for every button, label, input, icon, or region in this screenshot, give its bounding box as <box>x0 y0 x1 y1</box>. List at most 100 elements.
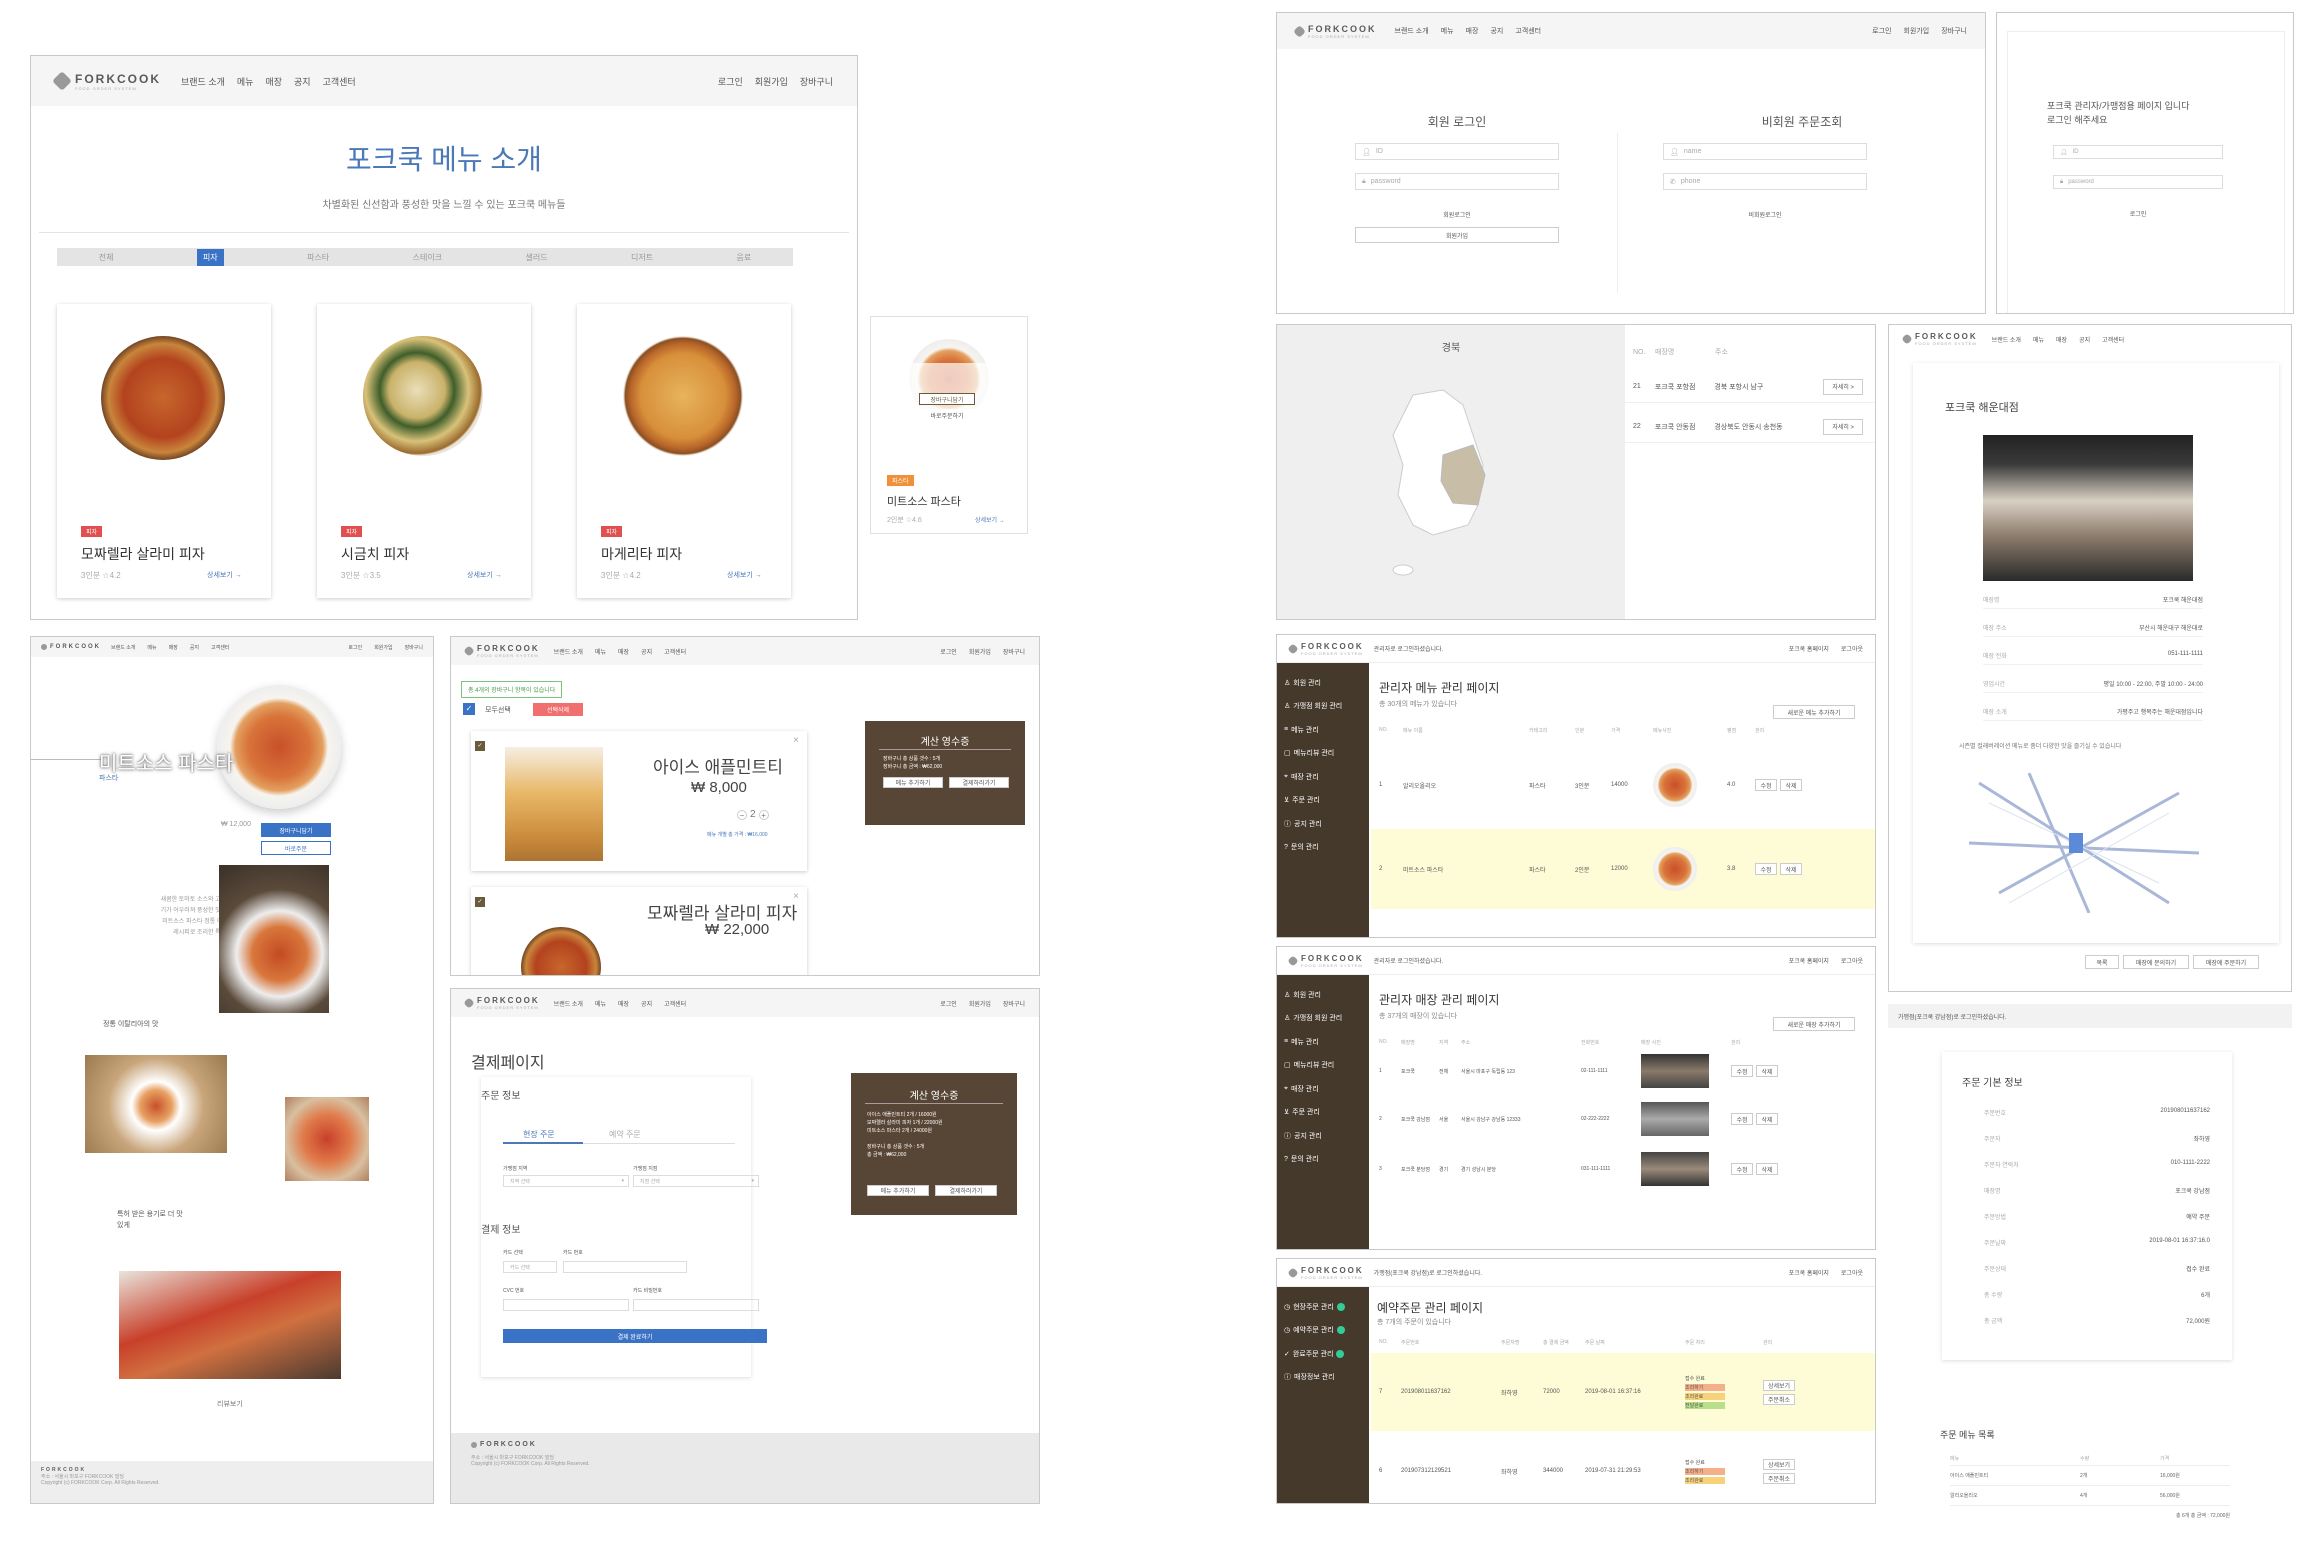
add-menu-button[interactable]: 새로운 메뉴 추가하기 <box>1773 705 1855 719</box>
brand-logo[interactable]: FORKCOOK FOOD ORDER SYSTEM <box>1293 24 1377 39</box>
nav-item[interactable]: 공지 <box>2079 338 2090 344</box>
tab-reserve[interactable]: 예약 주문 <box>609 1129 641 1140</box>
item-checkbox[interactable]: ✓ <box>475 741 485 751</box>
sidebar-item[interactable]: ♙ 회원 관리 <box>1277 671 1369 695</box>
signup-link[interactable]: 회원가입 <box>374 645 392 651</box>
cooked-button[interactable]: 조리완료 <box>1685 1393 1725 1400</box>
hover-card-panel[interactable]: 장바구니담기 바로주문하기 파스타 미트소스 파스타 2인분 ☆4.6 상세보기… <box>870 316 1028 534</box>
checkout-button[interactable]: 결제하러가기 <box>949 777 1009 788</box>
sidebar-item[interactable]: ⊻ 주문 관리 <box>1277 789 1369 813</box>
add-menu-button[interactable]: 메뉴 추가하기 <box>867 1185 929 1196</box>
tab-steak[interactable]: 스테이크 <box>413 252 442 263</box>
detail-link[interactable]: 상세보기 → <box>207 570 242 580</box>
tab-pasta[interactable]: 파스타 <box>307 252 329 263</box>
nav-item[interactable]: 매장 <box>169 645 178 651</box>
add-cart-button[interactable]: 장바구니담기 <box>919 393 975 405</box>
cook-button[interactable]: 조리하기 <box>1685 1467 1725 1475</box>
nav-item[interactable]: 브랜드 소개 <box>1395 28 1429 35</box>
delete-button[interactable]: 삭제 <box>1756 1113 1778 1125</box>
card-password-input[interactable] <box>633 1299 759 1311</box>
delete-button[interactable]: 삭제 <box>1756 1163 1778 1175</box>
inquiry-button[interactable]: 매장에 문의하기 <box>2123 955 2189 969</box>
menu-card[interactable]: 피자 시금치 피자 3인분 ☆3.5 상세보기 → <box>317 304 531 598</box>
sidebar-item[interactable]: ♙ 가맹점 회원 관리 <box>1277 695 1369 719</box>
phone-input[interactable]: ✆ phone <box>1663 173 1867 190</box>
nav-item[interactable]: 고객센터 <box>2102 338 2124 344</box>
edit-button[interactable]: 수정 <box>1731 1163 1753 1175</box>
home-link[interactable]: 포크쿡 홈페이지 <box>1789 959 1829 965</box>
cvc-input[interactable] <box>503 1299 629 1311</box>
nav-item[interactable]: 브랜드 소개 <box>554 1002 583 1008</box>
select-all-checkbox[interactable]: ✓ <box>463 703 475 715</box>
card-number-input[interactable] <box>563 1261 687 1273</box>
nav-item[interactable]: 고객센터 <box>211 645 229 651</box>
menu-card[interactable]: 피자 모짜렐라 살라미 피자 3인분 ☆4.2 상세보기 → <box>57 304 271 598</box>
minus-icon[interactable]: − <box>737 809 747 820</box>
cancel-order-button[interactable]: 주문취소 <box>1763 1472 1795 1484</box>
nav-item[interactable]: 고객센터 <box>664 650 686 656</box>
nav-item[interactable]: 메뉴 <box>1441 28 1454 35</box>
name-input[interactable]: 👤︎ name <box>1663 143 1867 160</box>
cart-link[interactable]: 장바구니 <box>800 77 833 87</box>
brand-logo[interactable]: FORKCOOK FOOD ORDER SYSTEM <box>1901 332 1978 346</box>
admin-login-button[interactable]: 로그인 <box>2053 205 2223 221</box>
checkout-button[interactable]: 결제하러가기 <box>935 1185 997 1196</box>
brand-logo[interactable]: FORKCOOK FOOD ORDER SYSTEM <box>1287 642 1364 656</box>
close-icon[interactable]: × <box>793 735 799 746</box>
sidebar-item[interactable]: ▢ 메뉴리뷰 관리 <box>1277 742 1369 766</box>
brand-logo[interactable]: FORKCOOK FOOD ORDER SYSTEM <box>52 71 161 91</box>
nav-item[interactable]: 고객센터 <box>664 1002 686 1008</box>
detail-button[interactable]: 상세보기 <box>1763 1379 1795 1391</box>
sidebar-item[interactable]: ⌖ 매장 관리 <box>1277 765 1369 789</box>
sidebar-item[interactable]: ? 문의 관리 <box>1277 1148 1369 1172</box>
home-link[interactable]: 포크쿡 홈페이지 <box>1789 1271 1829 1277</box>
password-input[interactable]: 🔒︎ password <box>1355 173 1559 190</box>
list-button[interactable]: 목록 <box>2085 955 2119 969</box>
delete-button[interactable]: 삭제 <box>1780 863 1802 875</box>
detail-button[interactable]: 자세히 > <box>1823 418 1864 435</box>
nav-item[interactable]: 브랜드 소개 <box>1992 338 2021 344</box>
nav-item[interactable]: 공지 <box>1490 28 1503 35</box>
login-link[interactable]: 로그인 <box>1872 28 1891 35</box>
sidebar-item[interactable]: ✓ 완료주문 관리 <box>1277 1342 1369 1366</box>
item-checkbox[interactable]: ✓ <box>475 897 485 907</box>
edit-button[interactable]: 수정 <box>1755 863 1777 875</box>
nav-item[interactable]: 브랜드 소개 <box>181 77 225 87</box>
nav-item[interactable]: 공지 <box>294 77 311 87</box>
add-cart-button[interactable]: 장바구니담기 <box>261 823 331 837</box>
sidebar-item[interactable]: ◷ 현장주문 관리 <box>1277 1295 1369 1319</box>
nav-item[interactable]: 공지 <box>641 650 652 656</box>
nav-item[interactable]: 매장 <box>1466 28 1479 35</box>
tab-onsite[interactable]: 현장 주문 <box>523 1129 555 1140</box>
tab-drink[interactable]: 음료 <box>737 252 752 263</box>
sidebar-item[interactable]: ▢ 메뉴리뷰 관리 <box>1277 1054 1369 1078</box>
nav-item[interactable]: 메뉴 <box>2033 338 2044 344</box>
detail-button[interactable]: 자세히 > <box>1823 378 1864 395</box>
nav-item[interactable]: 브랜드 소개 <box>554 650 583 656</box>
order-now-button[interactable]: 바로주문하기 <box>919 409 975 421</box>
nav-item[interactable]: 매장 <box>2056 338 2067 344</box>
brand-logo[interactable]: FORKCOOK FOOD ORDER SYSTEM <box>463 644 540 658</box>
nav-item[interactable]: 매장 <box>618 650 629 656</box>
cart-link[interactable]: 장바구니 <box>1941 28 1967 35</box>
signup-link[interactable]: 회원가입 <box>755 77 788 87</box>
nav-item[interactable]: 공지 <box>190 645 199 651</box>
login-link[interactable]: 로그인 <box>718 77 743 87</box>
delete-button[interactable]: 삭제 <box>1756 1065 1778 1077</box>
delete-selected-button[interactable]: 선택삭제 <box>533 703 583 716</box>
brand-logo[interactable]: FORKCOOK FOOD ORDER SYSTEM <box>1287 1266 1364 1280</box>
pay-button[interactable]: 결제 완료하기 <box>503 1329 767 1343</box>
nav-item[interactable]: 매장 <box>265 77 282 87</box>
signup-link[interactable]: 회원가입 <box>969 1002 991 1008</box>
edit-button[interactable]: 수정 <box>1731 1065 1753 1077</box>
tab-all[interactable]: 전체 <box>99 252 114 263</box>
nav-item[interactable]: 고객센터 <box>1515 28 1541 35</box>
tab-dessert[interactable]: 디저트 <box>631 252 653 263</box>
cart-link[interactable]: 장바구니 <box>1003 1002 1025 1008</box>
detail-link[interactable]: 상세보기 → <box>975 515 1005 524</box>
nav-item[interactable]: 메뉴 <box>595 650 606 656</box>
sidebar-item[interactable]: ⓘ 공지 관리 <box>1277 812 1369 836</box>
sidebar-item[interactable]: ? 문의 관리 <box>1277 836 1369 860</box>
home-link[interactable]: 포크쿡 홈페이지 <box>1789 647 1829 653</box>
detail-button[interactable]: 상세보기 <box>1763 1458 1795 1470</box>
